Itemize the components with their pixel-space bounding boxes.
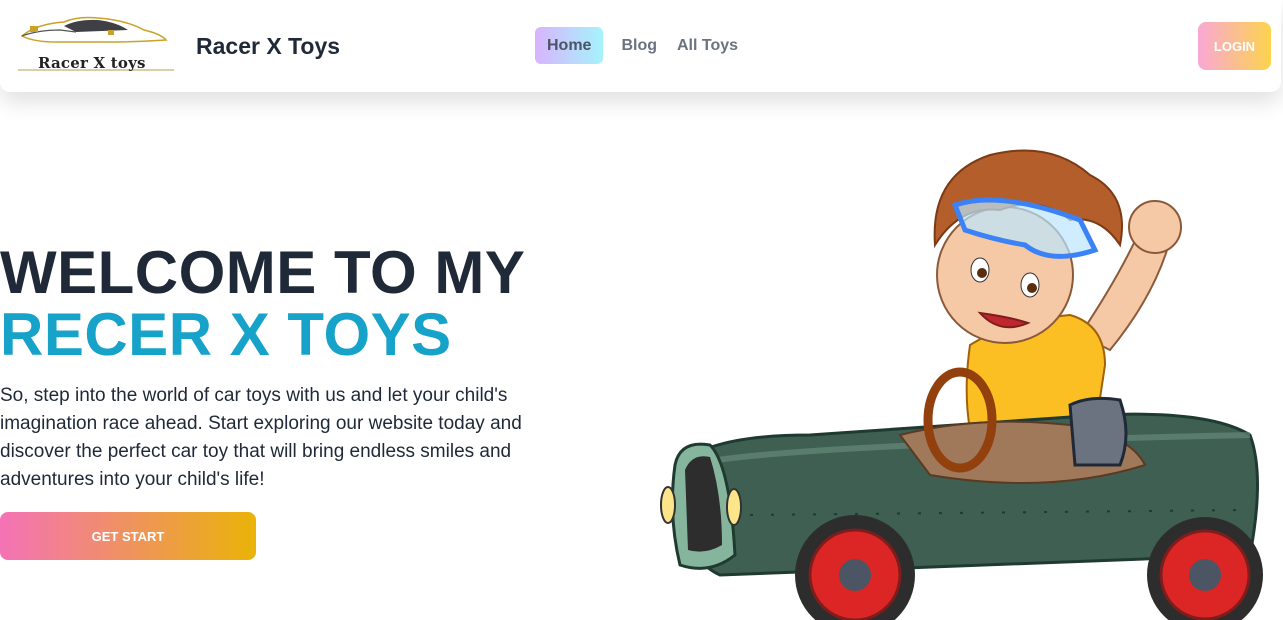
hero-title-line2: RECER X TOYS [0, 301, 452, 368]
hero-description: So, step into the world of car toys with… [0, 385, 522, 490]
logo-text: Racer X toys [38, 54, 146, 72]
logo[interactable]: Racer X toys [16, 12, 176, 78]
hero-title: WELCOME TO MY RECER X TOYS [0, 242, 525, 366]
hero-title-line1: WELCOME TO MY [0, 239, 526, 306]
brand-name[interactable]: Racer X Toys [196, 33, 340, 60]
nav-blog-link[interactable]: Blog [615, 27, 663, 64]
login-button[interactable]: LOGIN [1198, 22, 1271, 70]
nav-all-toys-link[interactable]: All Toys [671, 27, 744, 64]
boy-driving-car-illustration [650, 135, 1270, 620]
nav-links: Home Blog All Toys [535, 27, 752, 64]
nav-home-link[interactable]: Home [535, 27, 604, 64]
navbar: Racer X toys Racer X Toys Home Blog All … [0, 0, 1281, 92]
get-start-button[interactable]: GET START [0, 512, 256, 560]
